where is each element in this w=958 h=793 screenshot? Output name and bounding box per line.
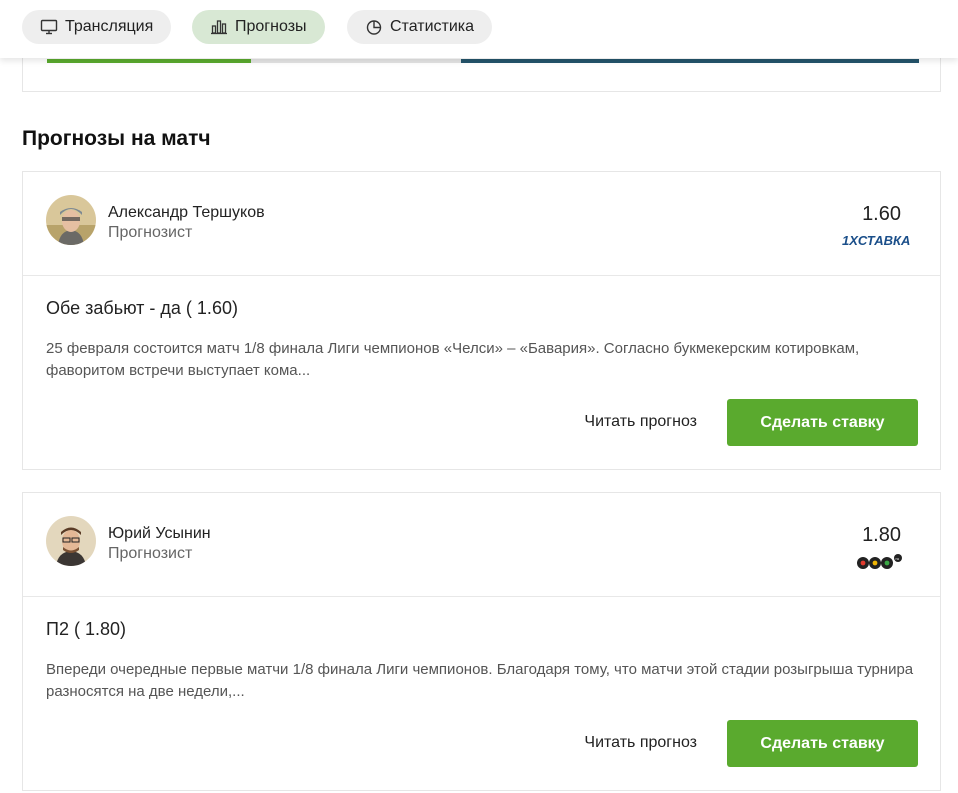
- author-name[interactable]: Юрий Усынин: [108, 525, 211, 543]
- avatar[interactable]: [46, 195, 96, 245]
- progress-bar-home: [47, 59, 251, 63]
- svg-text:1XСТАВКА: 1XСТАВКА: [842, 233, 910, 248]
- tab-forecasts-label: Прогнозы: [235, 18, 307, 35]
- author-role: Прогнозист: [108, 224, 193, 241]
- tab-forecasts[interactable]: Прогнозы: [192, 10, 325, 44]
- read-forecast-link[interactable]: Читать прогноз: [584, 734, 697, 752]
- forecast-card-body: Обе забьют - да ( 1.60) 25 февраля состо…: [23, 276, 940, 469]
- bar-chart-icon: [210, 18, 228, 36]
- read-forecast-link[interactable]: Читать прогноз: [584, 413, 697, 431]
- odds-value: 1.60: [862, 203, 901, 225]
- pie-chart-icon: [365, 18, 383, 36]
- forecast-card-body: П2 ( 1.80) Впереди очередные первые матч…: [23, 597, 940, 790]
- place-bet-button[interactable]: Сделать ставку: [727, 399, 918, 446]
- avatar[interactable]: [46, 516, 96, 566]
- forecast-pick: Обе забьют - да ( 1.60): [46, 298, 238, 318]
- author-role: Прогнозист: [108, 545, 193, 562]
- bookmaker-logo[interactable]: 1XСТАВКА: [842, 232, 918, 248]
- tab-bar: Трансляция Прогнозы Статистика: [0, 0, 958, 58]
- forecast-card: Юрий Усынин Прогнозист 1.80 ru П2 ( 1.80…: [22, 492, 941, 791]
- tab-broadcast[interactable]: Трансляция: [22, 10, 172, 44]
- forecast-card: Александр Тершуков Прогнозист 1.60 1XСТА…: [22, 171, 941, 470]
- author-name[interactable]: Александр Тершуков: [108, 204, 265, 222]
- page: Трансляция Прогнозы Статистика Прогнозы …: [0, 0, 958, 793]
- forecast-description: 25 февраля состоится матч 1/8 финала Лиг…: [46, 340, 860, 379]
- monitor-icon: [40, 18, 58, 36]
- forecast-card-header: Юрий Усынин Прогнозист 1.80 ru: [23, 493, 940, 597]
- tab-statistics[interactable]: Статистика: [347, 10, 493, 44]
- forecast-description: Впереди очередные первые матчи 1/8 финал…: [46, 661, 914, 700]
- forecast-card-header: Александр Тершуков Прогнозист 1.60 1XСТА…: [23, 172, 940, 276]
- forecast-pick: П2 ( 1.80): [46, 619, 126, 639]
- tab-statistics-label: Статистика: [390, 18, 475, 35]
- progress-bar-away: [461, 59, 919, 63]
- place-bet-button[interactable]: Сделать ставку: [727, 720, 918, 767]
- odds-value: 1.80: [862, 524, 901, 546]
- svg-text:ru: ru: [896, 556, 900, 561]
- section-title: Прогнозы на матч: [22, 127, 211, 150]
- progress-bar-draw: [251, 59, 461, 63]
- bookmaker-logo[interactable]: ru: [856, 553, 904, 569]
- tab-broadcast-label: Трансляция: [65, 18, 154, 35]
